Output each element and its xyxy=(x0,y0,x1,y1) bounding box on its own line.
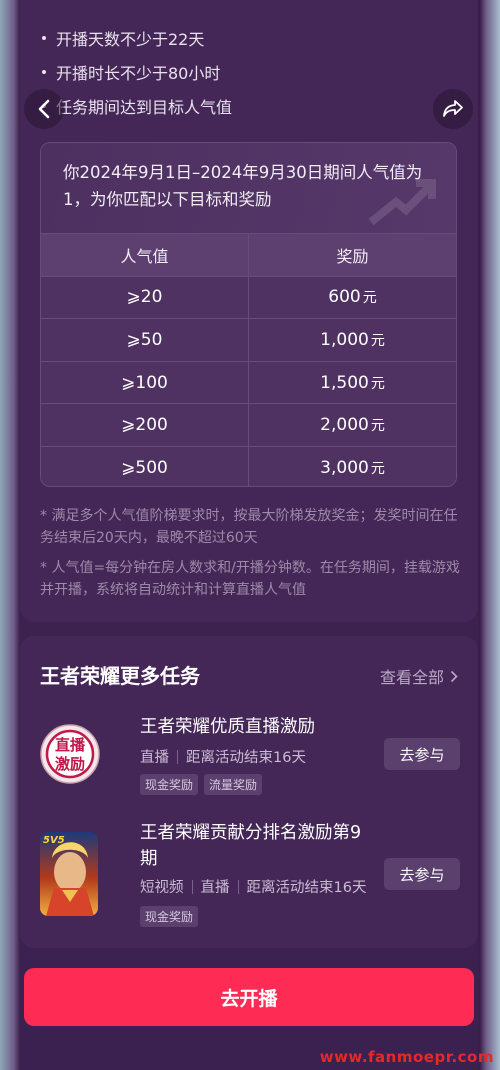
reward-cell: 1,000 元 xyxy=(248,318,456,362)
column-header-reward: 奖励 xyxy=(248,233,456,277)
task-meta-type: 直播 xyxy=(140,750,169,766)
reward-unit: 元 xyxy=(370,461,385,478)
reward-table-card: 你2024年9月1日–2024年9月30日期间人气值为1，为你匹配以下目标和奖励… xyxy=(40,142,457,487)
task-name: 王者荣耀贡献分排名激励第9期 xyxy=(140,823,362,869)
meta-divider xyxy=(177,749,178,764)
more-tasks-title: 王者荣耀更多任务 xyxy=(40,664,200,688)
table-row: ⩾50 1,000 元 xyxy=(41,318,456,362)
table-row: ⩾200 2,000 元 xyxy=(41,403,456,447)
task-tags: 现金奖励 流量奖励 xyxy=(140,774,263,795)
task-meta: 短视频 直播 距离活动结束16天 xyxy=(140,876,366,897)
requirement-text: 开播时长不少于80小时 xyxy=(56,64,221,83)
column-header-popularity: 人气值 xyxy=(41,233,249,277)
requirement-item: 开播时长不少于80小时 xyxy=(42,60,220,84)
more-tasks-card: 王者荣耀更多任务 查看全部 直播 激励 王者荣耀优质直播激励 直播 距离活动结束… xyxy=(20,636,478,948)
see-all-label: 查看全部 xyxy=(379,668,444,687)
reward-amount: 1,500 xyxy=(320,372,369,393)
join-button[interactable]: 去参与 xyxy=(384,858,460,890)
icon-label-top: 直播 xyxy=(54,736,85,754)
requirement-text: 开播天数不少于22天 xyxy=(56,30,205,49)
reward-table: 人气值 奖励 ⩾20 600 元 ⩾50 1,000 元 ⩾100 1,500 元 ⩾… xyxy=(41,233,456,486)
bullet-dot xyxy=(42,70,46,74)
target-cell: ⩾100 xyxy=(41,360,249,404)
task-tags: 现金奖励 xyxy=(140,906,199,927)
task-name: 王者荣耀优质直播激励 xyxy=(140,717,315,737)
reward-unit: 元 xyxy=(370,418,385,435)
target-cell: ⩾50 xyxy=(41,318,249,362)
table-row: ⩾100 1,500 元 xyxy=(41,360,456,404)
reward-amount: 3,000 xyxy=(320,458,369,479)
reward-unit: 元 xyxy=(362,290,377,307)
reward-cell: 600 元 xyxy=(248,275,456,319)
task-meta-type: 直播 xyxy=(200,880,230,896)
tag-cash-reward: 现金奖励 xyxy=(140,906,199,927)
tag-cash-reward: 现金奖励 xyxy=(140,774,199,795)
reward-amount: 600 xyxy=(328,287,361,308)
tag-traffic-reward: 流量奖励 xyxy=(204,774,263,795)
target-cell: ⩾20 xyxy=(41,275,249,319)
meta-divider xyxy=(237,879,239,894)
requirement-item: 开播天数不少于22天 xyxy=(42,26,204,50)
requirement-text: 任务期间达到目标人气值 xyxy=(56,98,233,117)
meta-divider xyxy=(191,879,193,894)
site-watermark: www.fanmoepr.com xyxy=(319,1048,494,1066)
target-cell: ⩾500 xyxy=(41,445,249,486)
reward-cell: 1,500 元 xyxy=(248,360,456,404)
reward-amount: 2,000 xyxy=(320,415,369,436)
task-meta-countdown: 距离活动结束16天 xyxy=(246,880,367,896)
live-incentive-icon: 直播 激励 xyxy=(40,714,100,794)
game-badge-text: 5V5 xyxy=(43,835,65,846)
table-row: ⩾500 3,000 元 xyxy=(41,445,456,486)
task-item[interactable]: 5V5 王者荣耀贡献分排名激励第9期 短视频 直播 距离活动结束16天 现金奖励… xyxy=(40,820,460,927)
start-live-button[interactable]: 去开播 xyxy=(24,968,474,1026)
task-meta: 直播 距离活动结束16天 xyxy=(140,746,306,767)
chevron-left-icon xyxy=(38,99,50,119)
game-cover-icon: 5V5 xyxy=(40,832,98,916)
reward-unit: 元 xyxy=(370,332,385,349)
icon-label-bottom: 激励 xyxy=(54,755,85,773)
table-row: ⩾20 600 元 xyxy=(41,275,456,319)
reward-description: 你2024年9月1日–2024年9月30日期间人气值为1，为你匹配以下目标和奖励 xyxy=(41,143,456,233)
see-all-link[interactable]: 查看全部 xyxy=(380,664,458,688)
target-cell: ⩾200 xyxy=(41,403,249,447)
trend-arrow-icon xyxy=(368,179,436,226)
rule-note: * 人气值=每分钟在房人数求和/开播分钟数。在任务期间，挂载游戏并开播，系统将自… xyxy=(40,560,460,598)
reward-amount: 1,000 xyxy=(320,329,369,350)
task-item[interactable]: 直播 激励 王者荣耀优质直播激励 直播 距离活动结束16天 现金奖励 流量奖励 … xyxy=(40,712,460,802)
table-header-row: 人气值 奖励 xyxy=(41,233,456,277)
reward-cell: 3,000 元 xyxy=(248,445,456,486)
back-button[interactable] xyxy=(24,89,64,129)
share-icon xyxy=(443,100,463,117)
bullet-dot xyxy=(42,36,46,40)
task-meta-type: 短视频 xyxy=(140,880,184,896)
rule-note: * 满足多个人气值阶梯要求时，按最大阶梯发放奖金；发奖时间在任务结束后20天内，… xyxy=(40,508,458,546)
reward-unit: 元 xyxy=(370,375,385,392)
join-button[interactable]: 去参与 xyxy=(384,738,460,770)
share-button[interactable] xyxy=(433,89,473,129)
reward-cell: 2,000 元 xyxy=(248,403,456,447)
chevron-right-icon xyxy=(450,670,458,682)
task-meta-countdown: 距离活动结束16天 xyxy=(186,750,306,766)
requirement-item: 任务期间达到目标人气值 xyxy=(42,94,232,118)
